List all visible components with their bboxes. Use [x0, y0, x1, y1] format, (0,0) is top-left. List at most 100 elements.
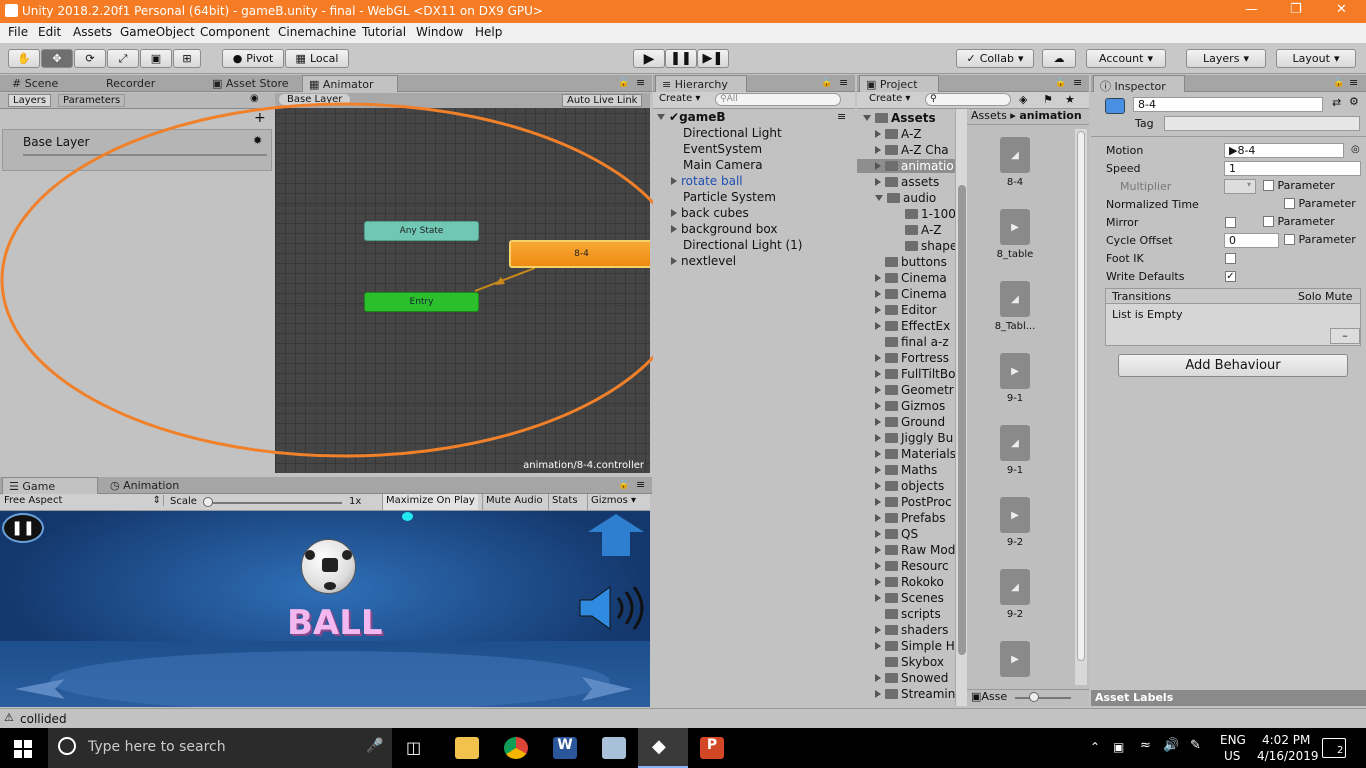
state-name-field[interactable]: 8-4: [1133, 97, 1323, 112]
checkbox[interactable]: [1284, 234, 1295, 245]
account-button[interactable]: Account ▾: [1086, 49, 1166, 68]
folder-assets-root[interactable]: Assets: [863, 111, 936, 125]
language-line-2[interactable]: US: [1224, 749, 1240, 763]
asset-item[interactable]: ◢ 8-4: [985, 137, 1045, 188]
menu-window[interactable]: Window: [416, 25, 463, 39]
menu-help[interactable]: Help: [475, 25, 502, 39]
scene-menu-icon[interactable]: ≡: [837, 110, 846, 123]
checkbox[interactable]: [1284, 198, 1295, 209]
maximize-on-play-button[interactable]: Maximize On Play: [382, 494, 478, 510]
game-view[interactable]: ❚❚ BALL: [0, 511, 650, 707]
battery-icon[interactable]: ▣: [1113, 740, 1124, 754]
folder-item[interactable]: Cinema: [875, 287, 947, 301]
icon-size-slider[interactable]: [1015, 697, 1071, 699]
folder-animation-selected[interactable]: animatio: [857, 159, 957, 173]
folder-item[interactable]: objects: [875, 479, 944, 493]
folder-item[interactable]: Raw Mod: [875, 543, 955, 557]
asset-item[interactable]: ▶: [985, 641, 1045, 681]
tag-field[interactable]: [1164, 116, 1360, 131]
breadcrumb-animation[interactable]: animation: [1019, 109, 1081, 122]
mute-audio-button[interactable]: Mute Audio: [482, 494, 546, 510]
hierarchy-item[interactable]: nextlevel: [671, 254, 736, 268]
settings-gear-icon[interactable]: ⚙: [1349, 95, 1359, 108]
checkbox[interactable]: [1263, 216, 1274, 227]
microphone-icon[interactable]: 🎤: [366, 738, 383, 754]
tab-recorder[interactable]: Recorder: [100, 75, 161, 92]
project-create-button[interactable]: Create ▾: [869, 93, 910, 104]
hierarchy-item[interactable]: background box: [671, 222, 777, 236]
menu-cinemachine[interactable]: Cinemachine: [278, 25, 356, 39]
lock-icon[interactable]: 🔒: [1333, 78, 1344, 88]
hierarchy-item[interactable]: Directional Light: [683, 126, 782, 140]
tab-layers[interactable]: Layers: [8, 94, 52, 107]
lock-icon[interactable]: 🔒: [821, 78, 832, 88]
volume-icon[interactable]: 🔊: [1163, 738, 1179, 753]
scale-slider-thumb[interactable]: [203, 497, 213, 507]
rect-tool-button[interactable]: ▣: [140, 49, 172, 68]
pause-button[interactable]: ❚❚: [665, 49, 697, 68]
transition-arrow[interactable]: [275, 93, 650, 473]
word-icon[interactable]: W: [553, 737, 577, 759]
menu-edit[interactable]: Edit: [38, 25, 61, 39]
menu-gameobject[interactable]: GameObject: [120, 25, 195, 39]
maximize-icon[interactable]: ❐: [1290, 2, 1302, 17]
folder-item[interactable]: final a-z: [875, 335, 949, 349]
folder-item[interactable]: audio: [875, 191, 936, 205]
pivot-button[interactable]: ● Pivot: [222, 49, 284, 68]
folder-item[interactable]: shaders: [875, 623, 948, 637]
layer-settings-icon[interactable]: ✹: [253, 134, 262, 147]
panel-menu-icon[interactable]: ≡: [839, 76, 848, 89]
hierarchy-item[interactable]: back cubes: [671, 206, 749, 220]
asset-item[interactable]: ◢ 9-2: [985, 569, 1045, 620]
pen-icon[interactable]: ✎: [1190, 738, 1201, 753]
tab-game[interactable]: ☰ Game: [2, 477, 98, 494]
notifications-button[interactable]: 2: [1322, 738, 1346, 758]
hierarchy-item[interactable]: Directional Light (1): [683, 238, 802, 252]
hierarchy-create-button[interactable]: Create ▾: [659, 93, 700, 104]
folder-item[interactable]: Gizmos: [875, 399, 945, 413]
taskbar-search-box[interactable]: Type here to search 🎤: [48, 728, 392, 768]
cloud-button[interactable]: ☁: [1042, 49, 1076, 68]
minimize-icon[interactable]: —: [1245, 2, 1258, 17]
asset-item[interactable]: ▶ 8_table: [985, 209, 1045, 260]
photos-icon[interactable]: [602, 737, 626, 759]
eye-icon[interactable]: ◉: [250, 93, 259, 104]
filter-type-icon[interactable]: ◈: [1019, 93, 1027, 106]
tab-hierarchy[interactable]: ≡ Hierarchy: [655, 75, 747, 92]
folder-item[interactable]: Rokoko: [875, 575, 944, 589]
folder-item[interactable]: Scenes: [875, 591, 944, 605]
animator-graph[interactable]: Base Layer Auto Live Link Any State Entr…: [275, 93, 650, 473]
hierarchy-item[interactable]: EventSystem: [683, 142, 762, 156]
folder-item[interactable]: Skybox: [875, 655, 944, 669]
lock-icon[interactable]: 🔒: [618, 78, 629, 88]
base-layer-row[interactable]: Base Layer ✹: [2, 129, 272, 171]
powerpoint-icon[interactable]: P: [700, 737, 724, 759]
write-defaults-checkbox[interactable]: ✓: [1225, 271, 1236, 282]
multiplier-dropdown[interactable]: ▾: [1224, 179, 1256, 194]
folder-item[interactable]: assets: [875, 175, 939, 189]
motion-state-node[interactable]: 8-4: [509, 240, 650, 268]
mirror-checkbox[interactable]: [1225, 217, 1236, 228]
clock-time[interactable]: 4:02 PM: [1262, 733, 1310, 747]
transitions-icon[interactable]: ⇄: [1332, 96, 1341, 109]
remove-transition-button[interactable]: –: [1330, 328, 1360, 344]
asset-scrollbar[interactable]: [1075, 129, 1087, 685]
collab-button[interactable]: ✓ Collab ▾: [956, 49, 1034, 68]
folder-item[interactable]: QS: [875, 527, 918, 541]
unity-taskbar-button[interactable]: ◆: [638, 728, 688, 768]
asset-scroll-thumb[interactable]: [1077, 131, 1085, 661]
tab-animation[interactable]: ◷ Animation: [104, 477, 185, 494]
folder-item[interactable]: scripts: [875, 607, 941, 621]
lock-icon[interactable]: 🔒: [1055, 78, 1066, 88]
hierarchy-item[interactable]: Main Camera: [683, 158, 763, 172]
object-picker-icon[interactable]: ◎: [1351, 144, 1360, 155]
folder-item[interactable]: Prefabs: [875, 511, 946, 525]
folder-scroll-thumb[interactable]: [958, 185, 966, 655]
aspect-dropdown[interactable]: Free Aspect ⇕: [4, 495, 164, 506]
folder-item[interactable]: buttons: [875, 255, 947, 269]
show-hidden-icons[interactable]: ⌃: [1090, 740, 1100, 754]
file-explorer-icon[interactable]: [455, 737, 479, 759]
panel-menu-icon[interactable]: ≡: [1349, 76, 1358, 89]
tab-animator[interactable]: ▦ Animator: [302, 75, 398, 92]
pause-game-button[interactable]: ❚❚: [2, 513, 44, 543]
